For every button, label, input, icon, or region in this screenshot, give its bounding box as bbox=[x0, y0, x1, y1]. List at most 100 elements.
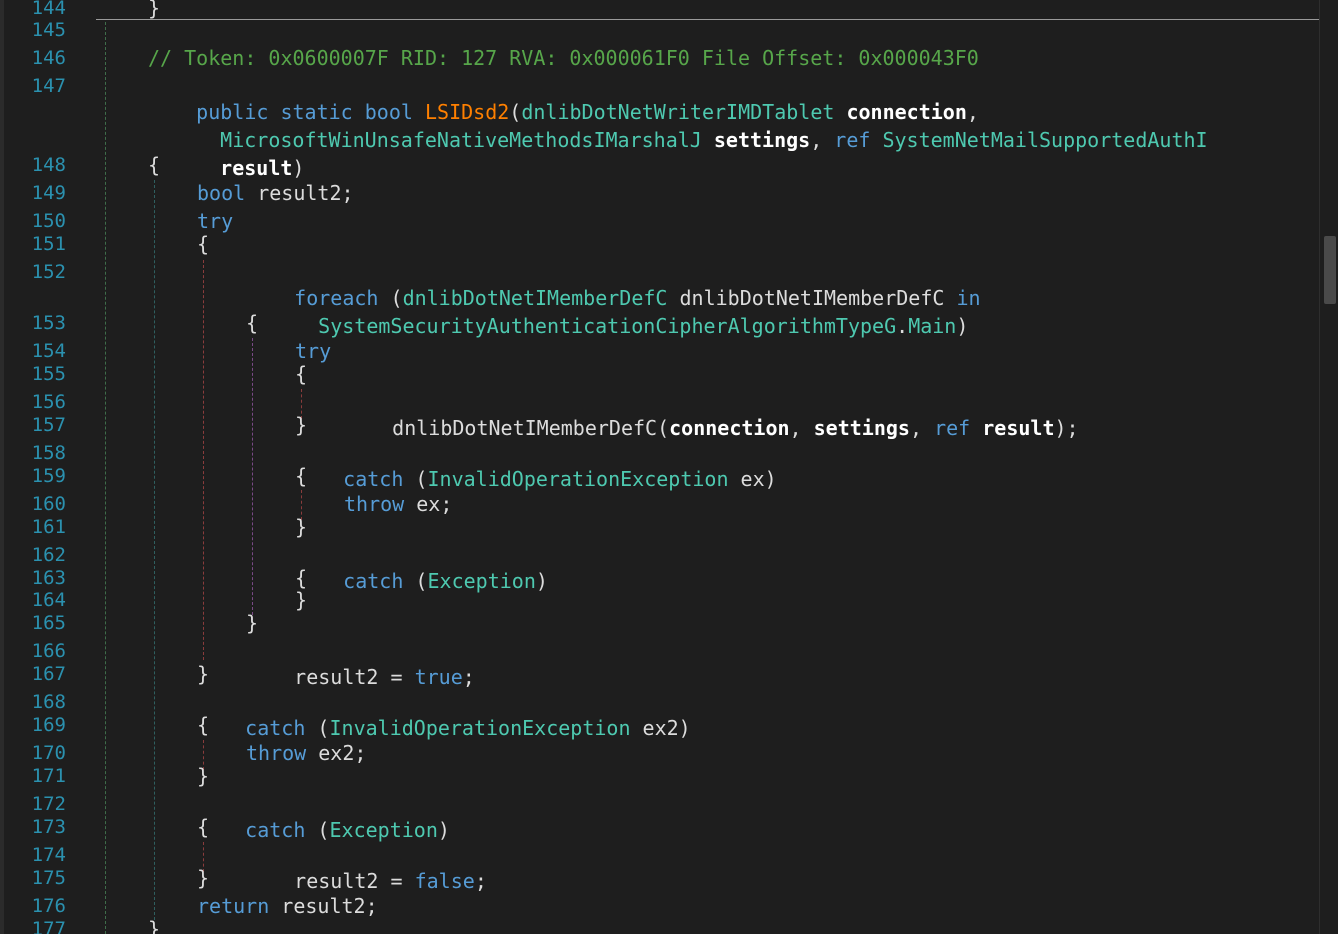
type-name[interactable]: SystemSecurityAuthenticationCipherAlgori… bbox=[318, 314, 896, 338]
method-signature[interactable]: public static bool LSIDsd2(dnlibDotNetWr… bbox=[148, 73, 979, 124]
code-line[interactable]: result2 = false; bbox=[246, 842, 487, 893]
parameter: connection bbox=[669, 416, 790, 440]
member-name[interactable]: Main bbox=[908, 314, 956, 338]
code-editor[interactable]: 144 145 146 147 148 149 150 151 152 153 … bbox=[0, 0, 1338, 934]
punct: , bbox=[789, 416, 814, 440]
line-number: 151 bbox=[31, 233, 66, 255]
code-line[interactable]: catch (Exception) bbox=[295, 542, 548, 593]
code-line[interactable]: { bbox=[246, 310, 258, 336]
code-line[interactable]: dnlibDotNetIMemberDefC(connection, setti… bbox=[344, 389, 1078, 440]
keyword: throw bbox=[246, 741, 307, 765]
line-number: 176 bbox=[31, 895, 66, 917]
indent-guide bbox=[154, 180, 155, 920]
brace: } bbox=[197, 866, 210, 890]
brace: } bbox=[246, 611, 259, 635]
punct: ( bbox=[403, 569, 428, 593]
punct: ( bbox=[403, 467, 428, 491]
code-line[interactable]: { bbox=[197, 712, 209, 738]
punct: ( bbox=[305, 716, 330, 740]
method-signature-cont[interactable]: result) bbox=[172, 129, 304, 180]
code-line[interactable]: { bbox=[295, 361, 307, 387]
type-name[interactable]: Exception bbox=[329, 818, 437, 842]
type-name[interactable]: InvalidOperationException bbox=[427, 467, 728, 491]
code-line[interactable]: catch (Exception) bbox=[197, 791, 450, 842]
indent-guide bbox=[252, 338, 253, 620]
code-line[interactable]: } bbox=[295, 587, 307, 613]
punct: ) bbox=[535, 569, 548, 593]
code-line-cont[interactable]: SystemSecurityAuthenticationCipherAlgori… bbox=[270, 287, 968, 338]
code-text: result2; bbox=[269, 894, 378, 918]
type-name[interactable]: Exception bbox=[427, 569, 535, 593]
code-line[interactable]: } bbox=[197, 763, 209, 789]
line-number: 156 bbox=[31, 391, 66, 413]
brace: } bbox=[295, 413, 308, 437]
code-line[interactable]: } bbox=[295, 514, 307, 540]
code-line[interactable]: } bbox=[148, 916, 160, 934]
code-line[interactable]: } bbox=[295, 412, 307, 438]
line-number: 144 bbox=[31, 0, 66, 19]
line-number: 170 bbox=[31, 742, 66, 764]
code-line[interactable]: foreach (dnlibDotNetIMemberDefC dnlibDot… bbox=[246, 259, 980, 310]
code-text: ex) bbox=[728, 467, 777, 491]
punct: ) bbox=[437, 818, 450, 842]
line-number: 154 bbox=[31, 340, 66, 362]
type-name[interactable]: SystemNetMailSupportedAuthI bbox=[882, 128, 1207, 152]
line-number: 177 bbox=[31, 918, 66, 934]
code-line[interactable]: { bbox=[197, 231, 209, 257]
code-line[interactable]: result2 = true; bbox=[246, 638, 475, 689]
code-line[interactable]: { bbox=[148, 152, 160, 178]
code-line[interactable]: } bbox=[246, 610, 258, 636]
line-number: 166 bbox=[31, 640, 66, 662]
code-text: result2 = bbox=[294, 869, 415, 893]
code-line[interactable]: { bbox=[295, 463, 307, 489]
line-number: 158 bbox=[31, 442, 66, 464]
keyword: catch bbox=[245, 716, 306, 740]
keyword: try bbox=[295, 339, 332, 363]
code-line[interactable]: throw ex2; bbox=[246, 740, 366, 766]
keyword: catch bbox=[343, 569, 404, 593]
line-number: 173 bbox=[31, 816, 66, 838]
code-line[interactable]: catch (InvalidOperationException ex2) bbox=[197, 689, 691, 740]
indent-guide bbox=[203, 260, 204, 660]
brace: } bbox=[295, 588, 308, 612]
code-line[interactable]: throw ex; bbox=[344, 491, 452, 517]
code-line[interactable]: return result2; bbox=[197, 893, 378, 919]
code-line[interactable]: catch (InvalidOperationException ex) bbox=[295, 440, 777, 491]
code-comment[interactable]: // Token: 0x0600007F RID: 127 RVA: 0x000… bbox=[148, 45, 979, 71]
line-number: 152 bbox=[31, 261, 66, 283]
line-number: 164 bbox=[31, 589, 66, 611]
keyword: throw bbox=[344, 492, 405, 516]
keyword: ref bbox=[934, 416, 971, 440]
brace: } bbox=[295, 515, 308, 539]
brace: } bbox=[148, 917, 161, 934]
method-signature-cont[interactable]: MicrosoftWinUnsafeNativeMethodsIMarshalJ… bbox=[172, 101, 1207, 152]
line-number: 146 bbox=[31, 47, 66, 69]
line-number: 147 bbox=[31, 75, 66, 97]
keyword: return bbox=[197, 894, 270, 918]
code-line[interactable]: bool result2; bbox=[197, 180, 354, 206]
code-line[interactable]: } bbox=[148, 0, 160, 21]
code-line[interactable]: { bbox=[197, 814, 209, 840]
line-number: 153 bbox=[31, 312, 66, 334]
line-number: 169 bbox=[31, 714, 66, 736]
code-line[interactable]: } bbox=[197, 865, 209, 891]
line-number: 160 bbox=[31, 493, 66, 515]
method-separator bbox=[96, 19, 1320, 20]
vertical-scrollbar[interactable] bbox=[1319, 0, 1338, 934]
parameter: settings bbox=[713, 128, 811, 152]
code-line[interactable]: } bbox=[197, 661, 209, 687]
keyword: true bbox=[414, 665, 463, 689]
comment-text: // Token: 0x0600007F RID: 127 RVA: 0x000… bbox=[148, 46, 979, 70]
line-number: 157 bbox=[31, 414, 66, 436]
code-text: ex2; bbox=[306, 741, 367, 765]
line-number: 168 bbox=[31, 691, 66, 713]
brace: { bbox=[148, 153, 161, 177]
line-number: 155 bbox=[31, 363, 66, 385]
brace: { bbox=[295, 464, 308, 488]
scrollbar-thumb[interactable] bbox=[1324, 236, 1336, 304]
type-name[interactable]: InvalidOperationException bbox=[329, 716, 630, 740]
punct: ) bbox=[292, 156, 305, 180]
